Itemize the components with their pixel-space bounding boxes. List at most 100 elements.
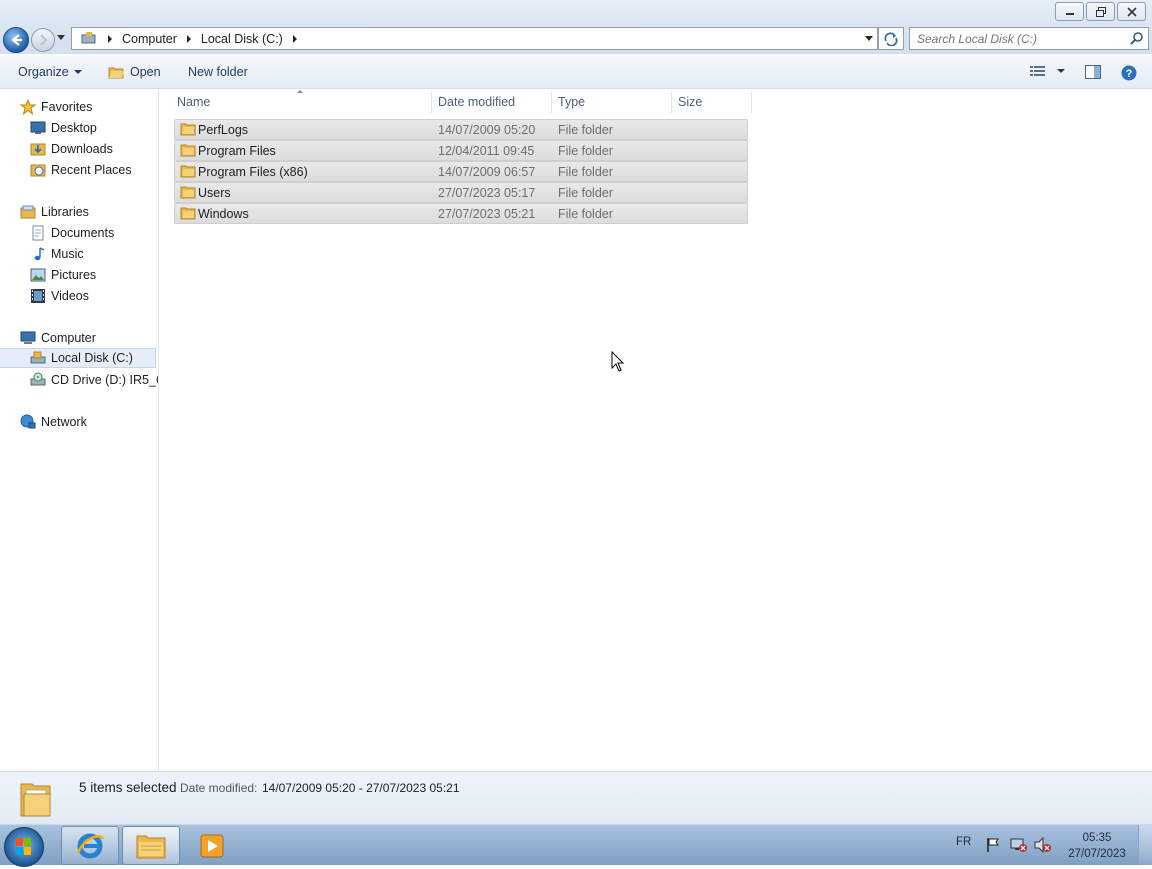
minimize-button[interactable] [1055,2,1084,21]
network-status-icon[interactable] [1010,837,1028,853]
help-button[interactable]: ? [1121,65,1137,81]
new-folder-button[interactable]: New folder [188,65,248,79]
column-header-size[interactable]: Size [672,91,752,113]
close-button[interactable] [1117,2,1146,21]
file-row[interactable]: Program Files 12/04/2011 09:45 File fold… [174,140,748,161]
back-button[interactable] [3,27,29,53]
column-size-label: Size [678,95,703,109]
refresh-button[interactable] [878,27,904,50]
breadcrumb-computer[interactable]: Computer [122,32,177,46]
nav-downloads-label: Downloads [51,142,113,156]
view-dropdown-icon[interactable] [1057,69,1065,73]
change-view-button[interactable] [1030,65,1065,77]
column-header-date[interactable]: Date modified [432,91,552,113]
nav-videos[interactable]: Videos [30,286,89,306]
downloads-folder-icon [30,143,46,156]
nav-recent-places[interactable]: Recent Places [30,160,132,180]
star-icon [20,99,36,115]
title-bar [0,0,1152,24]
taskbar-media-player[interactable] [183,826,241,865]
action-center-flag-icon[interactable] [985,837,1001,853]
nav-cd-drive-label: CD Drive (D:) IR5_CC [51,373,158,387]
show-desktop-button[interactable] [1138,825,1152,865]
forward-button[interactable] [31,28,55,52]
nav-favorites[interactable]: Favorites [20,97,92,117]
file-row[interactable]: PerfLogs 14/07/2009 05:20 File folder [174,119,748,140]
date-modified-value: 14/07/2009 05:20 - 27/07/2023 05:21 [262,781,460,795]
nav-network-label: Network [41,415,87,429]
folder-icon [180,186,196,199]
language-indicator[interactable]: FR [956,836,971,848]
internet-explorer-icon [76,833,105,858]
nav-libraries-label: Libraries [41,205,89,219]
nav-network[interactable]: Network [20,412,87,432]
folder-icon [180,123,196,136]
breadcrumb-local-disk[interactable]: Local Disk (C:) [201,32,283,46]
restore-button[interactable] [1086,2,1115,21]
local-disk-icon [30,351,46,364]
desktop-icon [30,121,46,134]
selection-count: 5 items selected [79,780,177,795]
nav-favorites-label: Favorites [41,100,93,114]
nav-local-disk[interactable]: Local Disk (C:) [0,348,156,368]
file-date: 27/07/2023 05:17 [438,185,536,200]
volume-muted-icon[interactable] [1034,837,1052,853]
explorer-folder-icon [136,835,166,858]
window-controls [1055,2,1146,21]
details-pane: 5 items selected Date modified: 14/07/20… [0,771,1152,825]
file-row[interactable]: Windows 27/07/2023 05:21 File folder [174,203,748,224]
nav-libraries[interactable]: Libraries [20,202,89,222]
nav-cd-drive[interactable]: CD Drive (D:) IR5_CC [30,370,158,390]
network-icon [20,414,36,429]
chevron-down-icon [73,70,82,74]
taskbar-windows-explorer[interactable] [122,826,180,865]
computer-icon [20,331,36,344]
start-button[interactable] [4,827,44,867]
preview-pane-icon [1085,65,1101,79]
search-box[interactable] [909,27,1149,50]
navigation-pane: Favorites Desktop Downloads Recent Place… [0,89,159,771]
column-header-name[interactable]: Name [159,90,432,113]
file-row[interactable]: Users 27/07/2023 05:17 File folder [174,182,748,203]
organize-button[interactable]: Organize [18,65,82,79]
search-input[interactable] [910,30,1119,47]
nav-desktop[interactable]: Desktop [30,118,97,138]
nav-downloads[interactable]: Downloads [30,139,113,159]
file-date: 27/07/2023 05:21 [438,206,536,221]
file-name: Program Files (x86) [198,164,308,179]
file-date: 12/04/2011 09:45 [438,143,535,158]
address-dropdown-icon[interactable] [865,36,873,41]
breadcrumb-separator-icon[interactable] [186,34,191,43]
nav-music[interactable]: Music [30,244,84,264]
folder-icon [180,207,196,220]
nav-pictures[interactable]: Pictures [30,265,96,285]
breadcrumb-separator-icon[interactable] [108,34,112,43]
file-type: File folder [558,185,613,200]
nav-documents[interactable]: Documents [30,223,114,243]
clock-date: 27/07/2023 [1068,848,1126,860]
file-row[interactable]: Program Files (x86) 14/07/2009 06:57 Fil… [174,161,748,182]
breadcrumb-separator-icon[interactable] [292,34,297,43]
nav-music-label: Music [51,247,84,261]
windows-logo-icon [16,838,31,855]
search-icon[interactable] [1130,31,1144,45]
file-type: File folder [558,164,613,179]
back-arrow-icon [11,34,22,46]
nav-computer[interactable]: Computer [20,328,96,348]
column-header-type[interactable]: Type [552,91,672,113]
nav-local-disk-label: Local Disk (C:) [51,351,133,365]
nav-videos-label: Videos [51,289,89,303]
taskbar-internet-explorer[interactable] [61,826,119,865]
videos-icon [31,289,45,303]
view-list-icon [1030,66,1045,76]
file-date: 14/07/2009 06:57 [438,164,536,179]
file-type: File folder [558,122,613,137]
nav-documents-label: Documents [51,226,115,240]
recent-pages-dropdown[interactable] [57,35,65,40]
address-bar[interactable]: Computer Local Disk (C:) [71,27,878,50]
system-clock[interactable]: 05:35 27/07/2023 [1064,830,1130,862]
open-button[interactable]: Open [108,65,161,79]
preview-pane-button[interactable] [1085,65,1101,79]
music-icon [34,247,45,261]
nav-computer-label: Computer [41,331,96,345]
